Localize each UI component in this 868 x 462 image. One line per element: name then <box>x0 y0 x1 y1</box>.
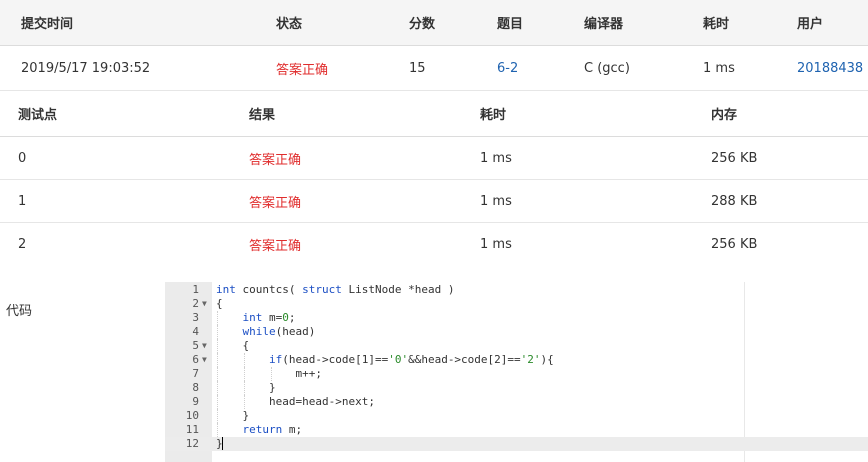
status-accepted: 答案正确 <box>276 62 329 78</box>
code-line-text: m++; <box>216 367 322 380</box>
code-line-text: int m=0; <box>242 311 296 324</box>
score-value: 15 <box>409 60 426 76</box>
testcase-time: 1 ms <box>480 193 512 209</box>
header-elapsed: 耗时 <box>703 17 730 32</box>
testcase-row: 1 答案正确 1 ms 288 KB <box>0 180 868 223</box>
line-number: 1 <box>192 283 199 296</box>
code-line: 8 } <box>165 381 868 395</box>
line-number: 10 <box>185 409 199 422</box>
testcase-row: 0 答案正确 1 ms 256 KB <box>0 137 868 180</box>
code-line-text: { <box>216 297 223 310</box>
line-number: 8 <box>192 381 199 394</box>
line-number: 12 <box>185 437 199 450</box>
fold-toggle-icon[interactable]: ▼ <box>202 297 210 311</box>
testcase-result: 答案正确 <box>249 195 302 211</box>
submit-time: 2019/5/17 19:03:52 <box>21 60 151 76</box>
line-number: 11 <box>185 423 199 436</box>
header-result: 结果 <box>249 108 276 123</box>
code-line-text: } <box>216 381 276 394</box>
header-score: 分数 <box>409 17 436 32</box>
code-line: 9 head=head->next; <box>165 395 868 409</box>
problem-link[interactable]: 6-2 <box>497 46 518 90</box>
code-line: 7 m++; <box>165 367 868 381</box>
testcase-result: 答案正确 <box>249 238 302 254</box>
testcase-row: 2 答案正确 1 ms 256 KB <box>0 223 868 265</box>
testcase-time: 1 ms <box>480 150 512 166</box>
code-line-text: while(head) <box>242 325 316 338</box>
user-link[interactable]: 20188438 <box>797 46 863 90</box>
code-editor[interactable]: 1 int countcs( struct ListNode *head ) 2… <box>165 282 868 462</box>
code-line-text: return m; <box>242 423 303 436</box>
header-time: 耗时 <box>480 108 507 123</box>
line-number: 4 <box>192 325 199 338</box>
code-line-active: 12 } <box>165 437 868 451</box>
testcase-id: 0 <box>18 150 27 166</box>
header-memory: 内存 <box>711 108 738 123</box>
testcase-id: 1 <box>18 193 27 209</box>
code-line: 3 int m=0; <box>165 311 868 325</box>
code-label: 代码 <box>6 304 33 319</box>
code-line-text: head=head->next; <box>216 395 375 408</box>
testcase-memory: 256 KB <box>711 150 758 166</box>
header-user: 用户 <box>797 17 824 32</box>
fold-toggle-icon[interactable]: ▼ <box>202 339 210 353</box>
line-number: 2 <box>192 297 199 310</box>
testcase-memory: 256 KB <box>711 236 758 252</box>
header-problem: 题目 <box>497 17 524 32</box>
code-line: 4 while(head) <box>165 325 868 339</box>
line-number: 5 <box>192 339 199 352</box>
code-line: 11 return m; <box>165 423 868 437</box>
code-line-text: } <box>216 409 250 422</box>
elapsed-value: 1 ms <box>703 60 735 76</box>
code-line-text: int countcs( struct ListNode *head ) <box>216 283 455 296</box>
submission-row: 2019/5/17 19:03:52 答案正确 15 6-2 C (gcc) 1… <box>0 46 868 91</box>
code-line: 10 } <box>165 409 868 423</box>
testcase-table-header: 测试点 结果 耗时 内存 <box>0 91 868 137</box>
header-testcase: 测试点 <box>18 108 58 123</box>
line-number: 7 <box>192 367 199 380</box>
code-line-text: if(head->code[1]=='0'&&head->code[2]=='2… <box>268 353 554 366</box>
code-line: 2 ▼ { <box>165 297 868 311</box>
line-number: 6 <box>192 353 199 366</box>
code-line-text: { <box>216 339 250 352</box>
text-cursor <box>222 437 223 450</box>
line-number: 9 <box>192 395 199 408</box>
code-line: 6 ▼ if(head->code[1]=='0'&&head->code[2]… <box>165 353 868 367</box>
header-compiler: 编译器 <box>584 17 624 32</box>
code-line: 5 ▼ { <box>165 339 868 353</box>
code-line: 1 int countcs( struct ListNode *head ) <box>165 283 868 297</box>
testcase-memory: 288 KB <box>711 193 758 209</box>
testcase-time: 1 ms <box>480 236 512 252</box>
testcase-id: 2 <box>18 236 27 252</box>
header-submit-time: 提交时间 <box>21 17 74 32</box>
submission-table-header: 提交时间 状态 分数 题目 编译器 耗时 用户 <box>0 0 868 46</box>
header-status: 状态 <box>276 17 303 32</box>
testcase-result: 答案正确 <box>249 152 302 168</box>
line-number: 3 <box>192 311 199 324</box>
fold-toggle-icon[interactable]: ▼ <box>202 353 210 367</box>
compiler-value: C (gcc) <box>584 60 630 76</box>
